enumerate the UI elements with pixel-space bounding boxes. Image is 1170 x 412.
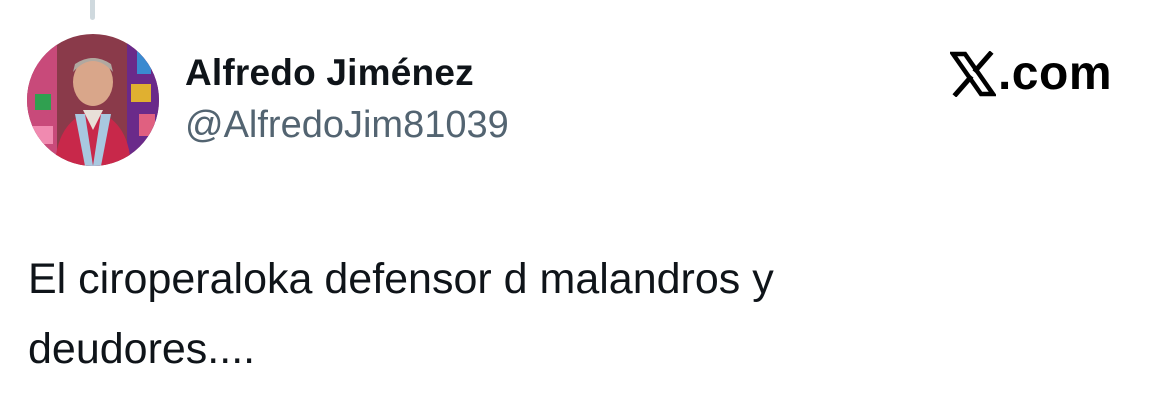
author-avatar[interactable] xyxy=(27,34,159,166)
author-display-name[interactable]: Alfredo Jiménez xyxy=(185,52,474,94)
author-handle[interactable]: @AlfredoJim81039 xyxy=(185,104,509,147)
x-com-brand: .com xyxy=(949,46,1112,102)
brand-domain-text: .com xyxy=(997,47,1112,100)
x-logo-icon xyxy=(949,51,996,97)
tweet-text-line-1: El ciroperaloka defensor d malandros y xyxy=(28,255,774,303)
thread-connector-line xyxy=(90,0,95,20)
avatar-image xyxy=(27,34,159,166)
tweet-text-line-2: deudores.... xyxy=(28,325,256,373)
tweet-body: El ciroperaloka defensor d malandros y d… xyxy=(28,244,1138,384)
